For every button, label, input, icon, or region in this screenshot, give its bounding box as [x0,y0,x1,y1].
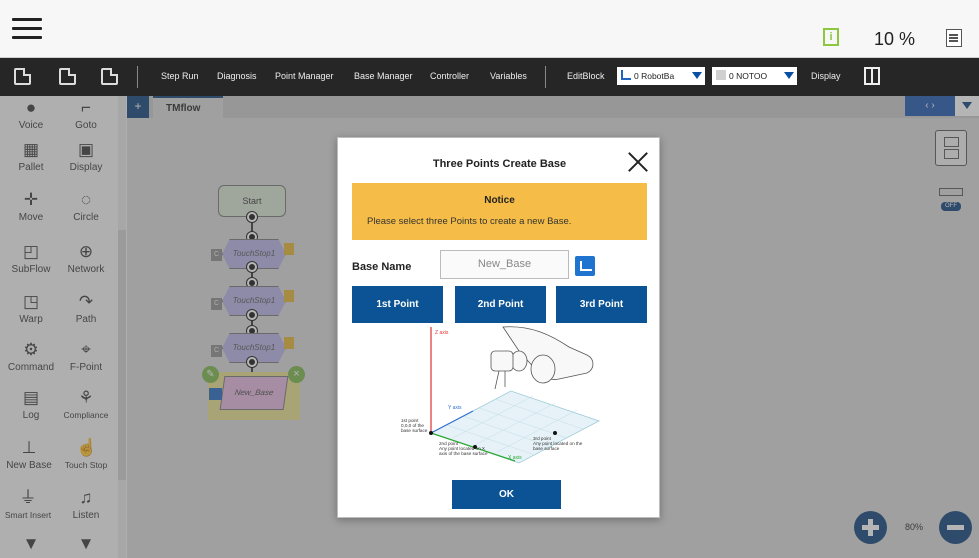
chevron-down-icon [784,72,794,79]
second-point-button[interactable]: 2nd Point [455,286,546,323]
z-axis-label: Z axis [435,330,449,336]
variables-button[interactable]: Variables [490,71,527,81]
third-point-button[interactable]: 3rd Point [556,286,647,323]
three-points-diagram: Z axis Y axis X axis 1st point 0,0,0 of … [401,326,601,464]
base-manager-button[interactable]: Base Manager [354,71,413,81]
document-icon[interactable] [946,29,962,47]
notice-banner: Notice Please select three Points to cre… [352,183,647,240]
first-point-dot [429,431,433,435]
toolbar: Step Run Diagnosis Point Manager Base Ma… [0,58,979,96]
tool-icon [716,70,726,80]
third-point-label-line: base surface [533,446,560,451]
robot-base-select-value: 0 RobotBa [634,71,675,81]
top-bar: i 10 % [0,0,979,58]
robot-base-select[interactable]: 0 RobotBa [617,67,705,85]
edit-block-button[interactable]: EditBlock [567,71,605,81]
point-manager-button[interactable]: Point Manager [275,71,334,81]
base-icon [621,70,631,80]
info-icon[interactable]: i [823,28,839,46]
base-select-icon[interactable] [575,256,595,276]
open-project-icon[interactable] [59,68,76,85]
toolbar-divider [545,66,546,88]
diagnosis-button[interactable]: Diagnosis [217,71,257,81]
robot-arm-illustration [490,326,594,390]
chevron-down-icon [692,72,702,79]
speed-indicator[interactable]: 10 % [874,29,915,50]
toolbar-divider [137,66,138,88]
close-icon[interactable] [627,151,649,173]
notice-message: Please select three Points to create a n… [367,216,572,227]
new-project-icon[interactable] [14,68,31,85]
first-point-button[interactable]: 1st Point [352,286,443,323]
base-name-label: Base Name [352,261,412,273]
notice-title: Notice [484,195,515,206]
third-point-dot [553,431,557,435]
dialog-title: Three Points Create Base [432,158,567,170]
second-point-label-line: axis of the base surface [439,451,488,456]
first-point-label-line: base surface [401,428,428,433]
display-layout-icon[interactable] [864,67,880,85]
display-button[interactable]: Display [811,71,841,81]
step-run-button[interactable]: Step Run [161,71,199,81]
base-name-input[interactable]: New_Base [440,250,569,279]
controller-button[interactable]: Controller [430,71,469,81]
tool-select-value: 0 NOTOO [729,71,768,81]
y-axis-label: Y axis [448,405,462,411]
ok-button[interactable]: OK [452,480,561,509]
three-points-create-base-dialog: Three Points Create Base Notice Please s… [337,137,660,518]
x-axis-label: X axis [508,455,522,461]
save-project-icon[interactable] [101,68,118,85]
hamburger-menu-icon[interactable] [12,18,42,40]
tool-select[interactable]: 0 NOTOO [712,67,797,85]
